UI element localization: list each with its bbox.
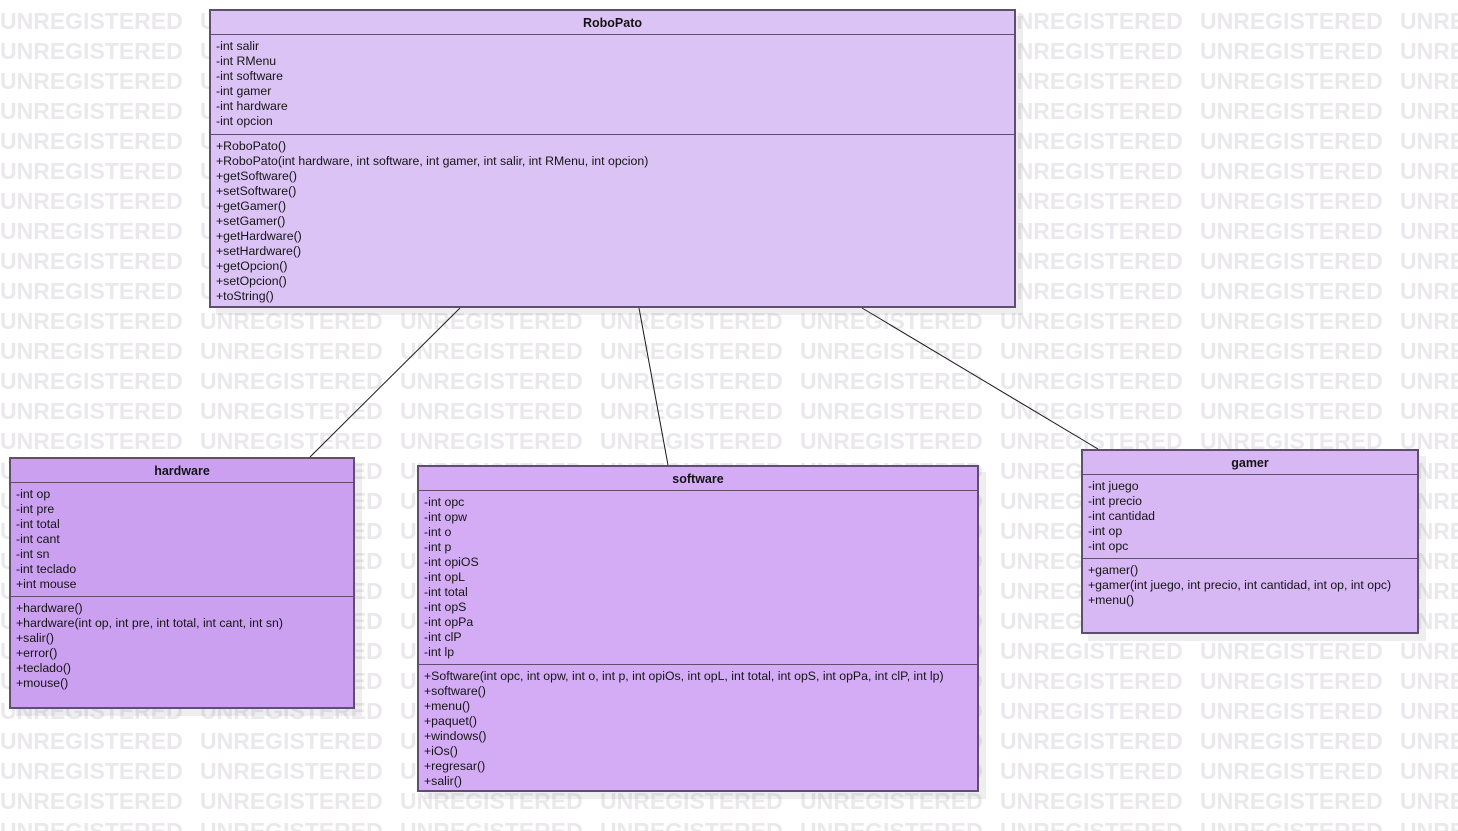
attribute: -int opPa	[424, 615, 474, 629]
methods-compartment: +RoboPato() +RoboPato(int hardware, int …	[211, 135, 1014, 307]
attribute: -int juego	[1088, 479, 1139, 493]
method: +getGamer()	[216, 199, 287, 213]
class-gamer[interactable]: gamer -int juego -int precio -int cantid…	[1081, 449, 1419, 634]
class-robopato[interactable]: RoboPato -int salir -int RMenu -int soft…	[209, 9, 1016, 308]
method: +regresar()	[424, 759, 486, 773]
method: +RoboPato()	[216, 139, 287, 153]
attribute: -int cantidad	[1088, 509, 1155, 523]
method: +mouse()	[16, 676, 69, 690]
association-robopato-hardware	[309, 307, 461, 458]
attribute: -int op	[16, 487, 51, 501]
method: +gamer(int juego, int precio, int cantid…	[1088, 578, 1392, 592]
attribute: -int opS	[424, 600, 467, 614]
method: +windows()	[424, 729, 487, 743]
attribute: -int software	[216, 69, 283, 83]
attribute: -int p	[424, 540, 452, 554]
class-software[interactable]: software -int opc -int opw -int o -int p…	[417, 465, 979, 792]
attribute: -int lp	[424, 645, 455, 659]
attributes-compartment: -int salir -int RMenu -int software -int…	[211, 35, 1014, 135]
attributes-compartment: -int op -int pre -int total -int cant -i…	[11, 483, 353, 597]
class-name: gamer	[1083, 451, 1417, 475]
methods-compartment: +hardware() +hardware(int op, int pre, i…	[11, 597, 353, 694]
method: +gamer()	[1088, 563, 1139, 577]
association-robopato-gamer	[861, 307, 1099, 450]
class-name: RoboPato	[211, 11, 1014, 35]
method: +setSoftware()	[216, 184, 297, 198]
method: +menu()	[424, 699, 471, 713]
class-name: software	[419, 467, 977, 491]
attributes-compartment: -int opc -int opw -int o -int p -int opi…	[419, 491, 977, 665]
attribute: -int opw	[424, 510, 468, 524]
methods-compartment: +Software(int opc, int opw, int o, int p…	[419, 665, 977, 792]
method: +toString()	[216, 289, 274, 303]
method: +salir()	[16, 631, 54, 645]
method: +paquet()	[424, 714, 477, 728]
method: +iOs()	[424, 744, 458, 758]
method: +setGamer()	[216, 214, 286, 228]
attribute: -int teclado	[16, 562, 77, 576]
attribute: -int opcion	[216, 114, 273, 128]
attribute: -int pre	[16, 502, 55, 516]
method: +salir()	[424, 774, 462, 788]
attribute: -int salir	[216, 39, 260, 53]
attribute: -int op	[1088, 524, 1123, 538]
method: +teclado()	[16, 661, 72, 675]
attribute: -int precio	[1088, 494, 1142, 508]
attribute: +int mouse	[16, 577, 77, 591]
method: +setHardware()	[216, 244, 302, 258]
attribute: -int opiOS	[424, 555, 479, 569]
attribute: -int RMenu	[216, 54, 277, 68]
method: +menu()	[1088, 593, 1135, 607]
attribute: -int cant	[16, 532, 60, 546]
class-hardware[interactable]: hardware -int op -int pre -int total -in…	[9, 457, 355, 709]
method: +Software(int opc, int opw, int o, int p…	[424, 669, 944, 683]
association-robopato-software	[638, 307, 669, 466]
attribute: -int total	[424, 585, 468, 599]
method: +getOpcion()	[216, 259, 288, 273]
method: +error()	[16, 646, 58, 660]
attribute: -int sn	[16, 547, 50, 561]
method: +software()	[424, 684, 486, 698]
method: +setOpcion()	[216, 274, 287, 288]
attribute: -int o	[424, 525, 452, 539]
method: +RoboPato(int hardware, int software, in…	[216, 154, 649, 168]
attribute: -int total	[16, 517, 60, 531]
attribute: -int opc	[424, 495, 465, 509]
attribute: -int opc	[1088, 539, 1129, 553]
method: +hardware()	[16, 601, 83, 615]
method: +getSoftware()	[216, 169, 297, 183]
attributes-compartment: -int juego -int precio -int cantidad -in…	[1083, 475, 1417, 559]
method: +hardware(int op, int pre, int total, in…	[16, 616, 283, 630]
attribute: -int opL	[424, 570, 466, 584]
attribute: -int hardware	[216, 99, 288, 113]
method: +getHardware()	[216, 229, 302, 243]
methods-compartment: +gamer() +gamer(int juego, int precio, i…	[1083, 559, 1417, 611]
class-name: hardware	[11, 459, 353, 483]
attribute: -int gamer	[216, 84, 272, 98]
attribute: -int clP	[424, 630, 462, 644]
